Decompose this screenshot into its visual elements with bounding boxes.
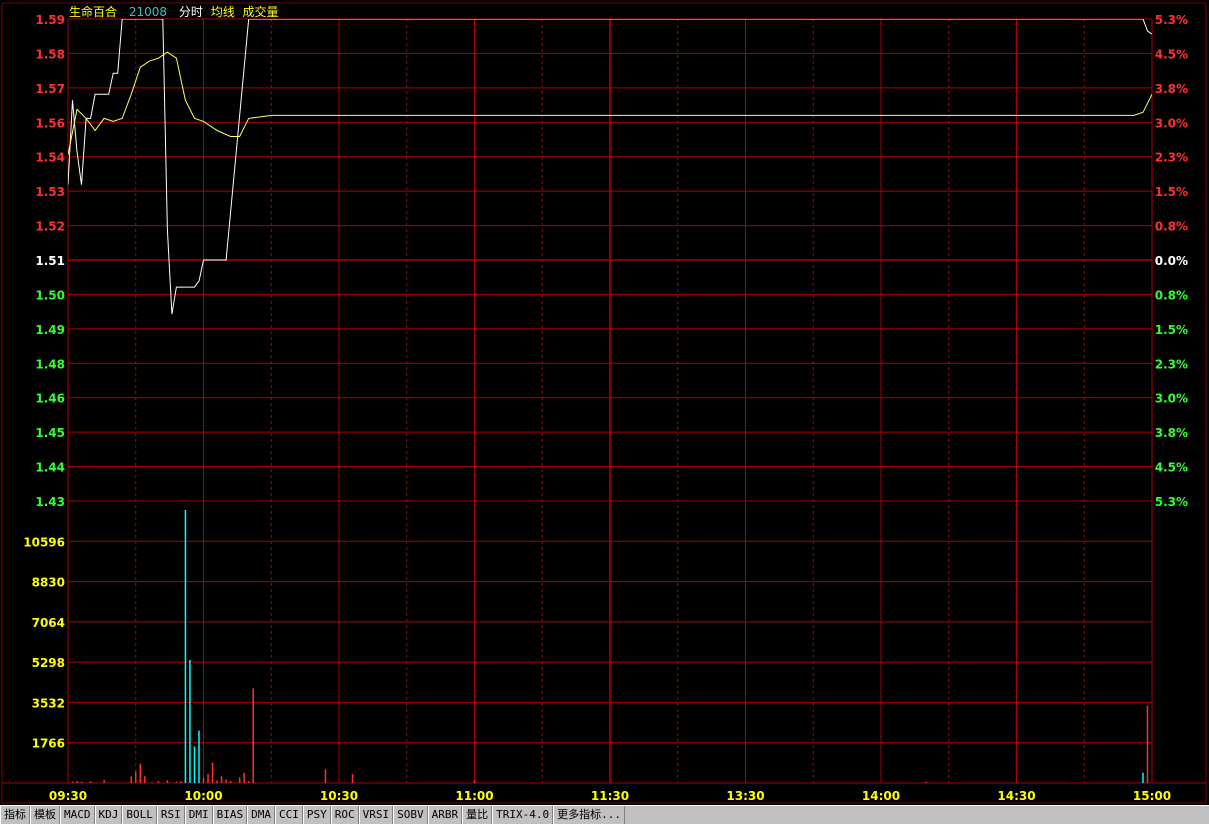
tab-indicator[interactable]: 量比 — [462, 806, 493, 824]
pct-tick-label: 2.3% — [1155, 151, 1188, 165]
indicator-tabs: 指标 模板 MACD KDJ BOLL RSI DMI BIAS DMA CCI PSY ROC VRS… — [0, 805, 1209, 824]
tab-indicator[interactable]: DMI — [184, 806, 213, 824]
volume-tick-label: 5298 — [32, 656, 65, 670]
tab-indicator[interactable]: MACD — [60, 806, 95, 824]
time-tick-label: 13:30 — [726, 789, 764, 803]
tab-indicator[interactable]: BIAS — [212, 806, 248, 824]
tab-indicator[interactable]: 模板 — [30, 806, 60, 824]
tab-indicator[interactable]: TRIX-4.0 — [492, 806, 554, 824]
chart-title: 生命百合 21008 分时 均线 成交量 — [69, 3, 287, 20]
time-tick-label: 10:30 — [320, 789, 358, 803]
volume-tick-label: 7064 — [32, 616, 65, 630]
price-tick-label: 1.56 — [35, 116, 65, 130]
tab-indicator[interactable]: KDJ — [94, 806, 123, 824]
time-tick-label: 11:00 — [455, 789, 493, 803]
pct-tick-label: 3.8% — [1155, 426, 1188, 440]
tab-indicator[interactable]: 更多指标... — [553, 806, 625, 824]
volume-tick-label: 10596 — [23, 535, 65, 549]
tab-indicator[interactable]: DMA — [247, 806, 275, 824]
price-tick-label: 1.43 — [35, 495, 65, 509]
pct-tick-label: 0.0% — [1155, 254, 1188, 268]
pct-tick-label: 3.0% — [1155, 392, 1188, 406]
tab-indicator[interactable]: VRSI — [358, 806, 394, 824]
pct-tick-label: 1.5% — [1155, 185, 1188, 199]
price-tick-label: 1.52 — [35, 220, 65, 234]
pct-tick-label: 3.8% — [1155, 82, 1188, 96]
pct-tick-label: 3.0% — [1155, 116, 1188, 130]
pct-tick-label: 2.3% — [1155, 357, 1188, 371]
tab-indicator[interactable]: PSY — [302, 806, 331, 824]
price-tick-label: 1.46 — [35, 392, 65, 406]
tab-indicator[interactable]: SOBV — [393, 806, 428, 824]
time-tick-label: 14:00 — [862, 789, 900, 803]
price-tick-label: 1.48 — [35, 357, 65, 371]
volume-tick-label: 1766 — [32, 737, 65, 751]
price-tick-label: 1.54 — [35, 151, 65, 165]
pct-tick-label: 4.5% — [1155, 461, 1188, 475]
tab-indicator[interactable]: 指标 — [0, 806, 30, 824]
tab-indicator[interactable]: RSI — [156, 806, 185, 824]
tab-indicator[interactable]: CCI — [275, 806, 303, 824]
stock-code: 21008 — [128, 5, 168, 19]
tab-indicator[interactable]: ROC — [330, 806, 359, 824]
volume-tick-label: 8830 — [32, 576, 65, 590]
tab-indicator[interactable]: BOLL — [122, 806, 157, 824]
pct-tick-label: 0.8% — [1155, 220, 1188, 234]
time-tick-label: 14:30 — [997, 789, 1035, 803]
price-tick-label: 1.49 — [35, 323, 65, 337]
price-tick-label: 1.44 — [35, 461, 65, 475]
pct-tick-label: 1.5% — [1155, 323, 1188, 337]
price-tick-label: 1.58 — [35, 47, 65, 61]
price-tick-label: 1.57 — [35, 82, 65, 96]
time-tick-label: 11:30 — [591, 789, 629, 803]
pct-tick-label: 5.3% — [1155, 495, 1188, 509]
pct-tick-label: 0.8% — [1155, 288, 1188, 302]
label-timeshare: 分时 — [178, 5, 203, 19]
time-tick-label: 10:00 — [184, 789, 222, 803]
volume-tick-label: 3532 — [32, 696, 65, 710]
label-avg-line: 均线 — [210, 5, 235, 19]
pct-tick-label: 5.3% — [1155, 13, 1188, 27]
tab-indicator[interactable]: ARBR — [427, 806, 463, 824]
chart-frame — [1, 2, 1207, 804]
price-tick-label: 1.53 — [35, 185, 65, 199]
price-tick-label: 1.50 — [35, 288, 65, 302]
pct-tick-label: 4.5% — [1155, 47, 1188, 61]
time-tick-label: 15:00 — [1133, 789, 1171, 803]
time-tick-label: 09:30 — [49, 789, 87, 803]
price-tick-label: 1.51 — [35, 254, 65, 268]
stock-name: 生命百合 — [69, 5, 118, 19]
intraday-chart: 1.59 5.3% 1.58 4.5% 1.57 3.8% 1.56 3.0% 1.54 2.3%… — [1, 2, 1207, 804]
price-tick-label: 1.59 — [35, 13, 65, 27]
label-volume: 成交量 — [242, 5, 279, 19]
price-tick-label: 1.45 — [35, 426, 65, 440]
